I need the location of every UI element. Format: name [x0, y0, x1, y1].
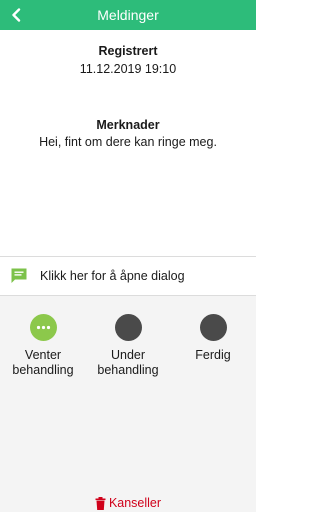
- cancel-button[interactable]: Kanseller: [0, 494, 256, 512]
- status-dot-pending: [29, 314, 57, 341]
- open-dialog-label: Klikk her for å åpne dialog: [40, 269, 185, 283]
- status-in-progress: Under behandling: [88, 314, 168, 378]
- status-label-line: Under: [110, 348, 146, 362]
- status-done: Ferdig: [173, 314, 253, 363]
- status-pending: Venter behandling: [3, 314, 83, 378]
- status-label: Ferdig: [173, 348, 253, 363]
- open-dialog-button[interactable]: Klikk her for å åpne dialog: [0, 257, 256, 295]
- status-label-line: Ferdig: [195, 348, 231, 362]
- status-dot-in-progress: [114, 314, 142, 341]
- chevron-left-icon: [12, 8, 21, 22]
- notes-text: Hei, fint om dere kan ringe meg.: [39, 135, 217, 149]
- trash-icon: [95, 496, 106, 510]
- status-label-line: Venter: [24, 348, 62, 362]
- chat-bubble-icon: [11, 268, 27, 283]
- status-label: Under behandling: [88, 348, 168, 378]
- page-title: Meldinger: [97, 7, 159, 23]
- cancel-label: Kanseller: [108, 496, 162, 510]
- status-panel: Venter behandling Under behandling Ferdi…: [0, 296, 256, 512]
- status-label-line: behandling: [97, 363, 159, 377]
- registered-label: Registrert: [98, 44, 158, 58]
- back-button[interactable]: [6, 4, 28, 26]
- app-header: Meldinger: [0, 0, 256, 30]
- status-label-line: behandling: [12, 363, 74, 377]
- registered-date: 11.12.2019 19:10: [79, 62, 177, 76]
- ellipsis-icon: [36, 325, 50, 330]
- status-label: Venter behandling: [3, 348, 83, 378]
- status-dot-done: [199, 314, 227, 341]
- notes-label: Merknader: [96, 118, 160, 132]
